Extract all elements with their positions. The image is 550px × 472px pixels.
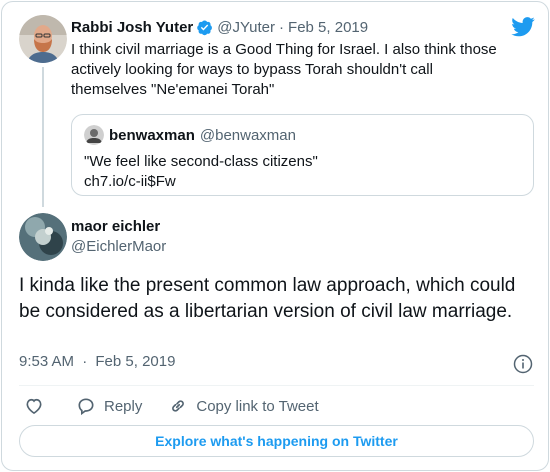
- thread-connector: [42, 67, 44, 207]
- copy-link-button[interactable]: Copy link to Tweet: [168, 396, 319, 416]
- quoted-tweet-text: "We feel like second-class citizens" ch7…: [84, 152, 318, 192]
- quoted-tweet-line-1: "We feel like second-class citizens": [84, 153, 318, 170]
- link-icon: [172, 400, 185, 412]
- quoted-tweet-header: benwaxman @benwaxman: [84, 125, 296, 145]
- twitter-bird-icon[interactable]: [511, 17, 535, 37]
- quoted-author-name: benwaxman: [109, 126, 195, 144]
- quoted-author-handle: @benwaxman: [199, 126, 296, 144]
- dot-separator: ·: [279, 18, 285, 36]
- quoted-author-avatar: [84, 125, 104, 145]
- reply-button[interactable]: Reply: [76, 396, 142, 416]
- main-tweet-time: 9:53 AM: [19, 353, 75, 370]
- divider: [19, 385, 534, 386]
- reply-bubble-icon: [78, 398, 94, 416]
- quoted-tweet[interactable]: benwaxman @benwaxman "We feel like secon…: [71, 114, 534, 196]
- main-author-name[interactable]: maor eichler: [71, 218, 160, 235]
- parent-author-name[interactable]: Rabbi Josh Yuter: [71, 19, 193, 36]
- main-tweet-date: Feb 5, 2019: [95, 353, 176, 370]
- like-button[interactable]: [24, 396, 44, 416]
- main-author-avatar[interactable]: [19, 213, 67, 261]
- heart-icon: [26, 398, 42, 415]
- info-icon[interactable]: [513, 354, 533, 374]
- parent-author-avatar[interactable]: [19, 15, 67, 63]
- main-tweet-timestamp[interactable]: 9:53 AM · Feb 5, 2019: [19, 353, 175, 370]
- quoted-tweet-link[interactable]: ch7.io/c-ii$Fw: [84, 172, 318, 192]
- parent-tweet-date[interactable]: Feb 5, 2019: [288, 19, 368, 36]
- parent-tweet-header: Rabbi Josh Yuter @JYuter · Feb 5, 2019: [71, 17, 368, 37]
- dot-separator: ·: [82, 353, 88, 370]
- copy-link-label: Copy link to Tweet: [196, 397, 319, 415]
- verified-badge-icon: [197, 19, 213, 35]
- tweet-embed-card: Rabbi Josh Yuter @JYuter · Feb 5, 2019 I…: [1, 1, 549, 471]
- main-author-handle[interactable]: @EichlerMaor: [71, 238, 166, 255]
- tweet-actions: Reply Copy link to Tweet: [19, 395, 319, 417]
- reply-label: Reply: [104, 397, 143, 415]
- main-tweet-text: I kinda like the present common law appr…: [19, 275, 516, 322]
- parent-author-handle[interactable]: @JYuter: [217, 19, 275, 36]
- parent-tweet-text: I think civil marriage is a Good Thing f…: [71, 41, 497, 98]
- explore-twitter-button[interactable]: Explore what's happening on Twitter: [19, 425, 534, 457]
